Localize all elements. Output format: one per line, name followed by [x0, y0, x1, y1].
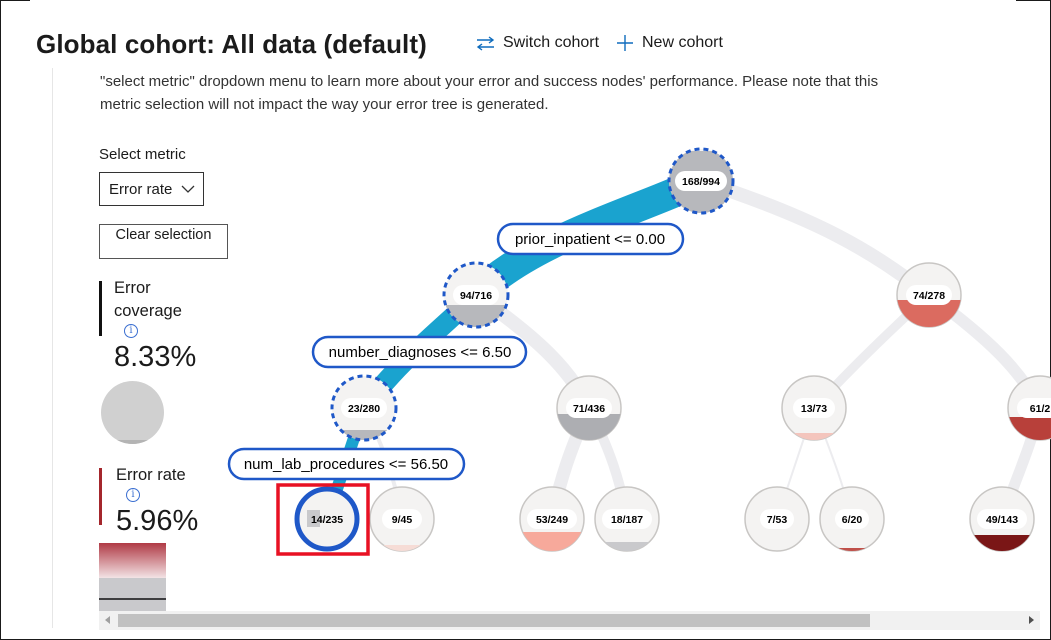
- node-label-n6: 61/2: [1030, 403, 1051, 415]
- condition-text: num_lab_procedures <= 56.50: [244, 456, 448, 473]
- tree-node-selected[interactable]: 14/235: [294, 486, 360, 552]
- condition-text: prior_inpatient <= 0.00: [515, 231, 665, 248]
- node-label-n9: 53/249: [536, 514, 568, 526]
- node-label-root: 168/994: [682, 176, 720, 188]
- node-label-n3: 23/280: [348, 403, 380, 415]
- horizontal-scrollbar[interactable]: [99, 611, 1040, 630]
- tree-node[interactable]: 71/436: [556, 375, 622, 441]
- condition-label: prior_inpatient <= 0.00: [496, 222, 685, 256]
- condition-label: num_lab_procedures <= 56.50: [227, 447, 466, 481]
- tree-node[interactable]: 7/53: [744, 486, 810, 552]
- node-label-n2: 74/278: [913, 290, 945, 302]
- scroll-left-arrow-icon[interactable]: [105, 616, 110, 624]
- node-label-n8: 9/45: [392, 514, 413, 526]
- condition-label: number_diagnoses <= 6.50: [311, 335, 528, 369]
- node-label-n7: 14/235: [311, 514, 343, 526]
- node-label-n11: 7/53: [767, 514, 788, 526]
- node-label-n4: 71/436: [573, 403, 605, 415]
- tree-node[interactable]: 9/45: [369, 486, 435, 552]
- tree-node[interactable]: 168/994: [667, 147, 735, 215]
- node-label-n13: 49/143: [986, 514, 1018, 526]
- tree-node[interactable]: 74/278: [896, 262, 962, 328]
- node-label-n12: 6/20: [842, 514, 863, 526]
- tree-node[interactable]: 13/73: [781, 375, 847, 441]
- tree-node[interactable]: 53/249: [519, 486, 585, 552]
- scrollbar-thumb[interactable]: [118, 614, 870, 627]
- tree-node[interactable]: 6/20: [819, 486, 885, 552]
- error-tree: 168/994 94/716 74/278 23/280 71/436 13/7…: [227, 147, 1051, 556]
- tree-node[interactable]: 49/143: [969, 486, 1035, 552]
- node-label-n5: 13/73: [801, 403, 827, 415]
- node-label-n1: 94/716: [460, 290, 492, 302]
- condition-text: number_diagnoses <= 6.50: [329, 344, 512, 361]
- scroll-right-arrow-icon[interactable]: [1029, 616, 1034, 624]
- tree-node[interactable]: 23/280: [330, 374, 398, 442]
- tree-node[interactable]: 94/716: [442, 261, 510, 329]
- node-label-n10: 18/187: [611, 514, 643, 526]
- tree-node[interactable]: 18/187: [594, 486, 660, 552]
- tree-node[interactable]: 61/2: [1007, 375, 1051, 441]
